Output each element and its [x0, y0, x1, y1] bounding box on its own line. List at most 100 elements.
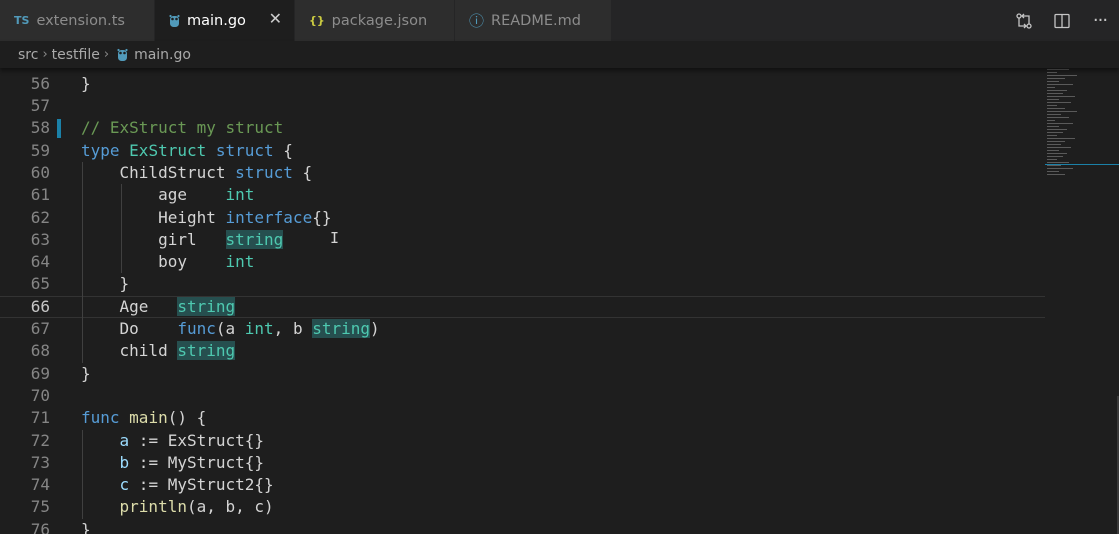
line-number: 60 — [30, 162, 50, 182]
split-editor-icon[interactable] — [1043, 0, 1081, 41]
close-icon[interactable]: ✕ — [269, 11, 282, 27]
indent-guide — [121, 184, 122, 274]
code-line[interactable]: 72 a := ExStruct{} — [0, 430, 1045, 452]
line-number: 63 — [30, 229, 50, 249]
code-line[interactable]: 66 Age string — [0, 295, 1045, 318]
minimap-line — [1047, 105, 1057, 106]
line-number: 65 — [30, 274, 50, 294]
code-text: } — [81, 519, 91, 534]
code-line[interactable]: 71 func main() { — [0, 407, 1045, 429]
breadcrumb-item-src[interactable]: src — [18, 47, 38, 63]
code-token: c — [119, 475, 130, 495]
minimap-slider[interactable] — [1045, 164, 1119, 165]
code-text: a := ExStruct{} — [81, 430, 265, 452]
code-token: girl — [81, 229, 226, 249]
minimap-line — [1047, 168, 1073, 169]
code-text: // ExStruct my struct — [81, 117, 283, 139]
code-line[interactable]: 76} — [0, 519, 1045, 534]
line-number: 59 — [30, 140, 50, 160]
minimap-line — [1047, 141, 1065, 142]
line-number: 62 — [30, 207, 50, 227]
code-token: // ExStruct my struct — [81, 118, 284, 138]
code-line[interactable]: 65 } — [0, 273, 1045, 295]
code-line[interactable]: 73 b := MyStruct{} — [0, 452, 1045, 474]
minimap-line — [1047, 147, 1071, 148]
minimap-line — [1047, 81, 1059, 82]
code-text: age int — [81, 184, 254, 206]
code-token: , b — [273, 319, 313, 338]
minimap-line — [1047, 159, 1057, 160]
code-token: main — [129, 408, 168, 428]
line-number: 74 — [30, 475, 50, 495]
line-number: 76 — [30, 519, 50, 534]
code-editor[interactable]: 56} 57 58// ExStruct my struct 59 type ExStr… — [0, 61, 1119, 534]
git-compare-icon[interactable] — [1005, 0, 1043, 41]
indent-guide — [82, 161, 83, 363]
code-line[interactable]: 64 boy int — [0, 251, 1045, 273]
code-line[interactable]: 74 c := MyStruct2{} — [0, 474, 1045, 496]
code-token: int — [225, 252, 255, 272]
text-cursor-ibeam-icon: I — [330, 229, 340, 247]
code-text: type ExStruct struct { — [81, 140, 293, 162]
tab-label: package.json — [331, 12, 428, 29]
more-actions-icon[interactable]: ··· — [1081, 0, 1119, 41]
code-text: } — [81, 73, 91, 95]
code-line[interactable]: 62 Height interface{} — [0, 207, 1045, 229]
code-token: a — [119, 430, 130, 450]
code-token: } — [81, 363, 91, 383]
minimap-line — [1047, 132, 1063, 133]
minimap-line — [1047, 165, 1061, 166]
code-token: (a — [215, 319, 245, 338]
minimap-line — [1047, 111, 1077, 112]
code-line[interactable]: 59 type ExStruct struct { — [0, 140, 1045, 162]
minimap[interactable] — [1045, 66, 1119, 534]
code-line[interactable]: 63 girl string — [0, 229, 1045, 251]
tab-main-go[interactable]: main.go ✕ — [155, 0, 295, 41]
breadcrumb: src › testfile › main.go — [0, 41, 1119, 68]
code-token: interface — [225, 207, 313, 227]
code-text: println(a, b, c) — [81, 496, 274, 518]
code-token: ExStruct — [129, 140, 207, 160]
code-line[interactable]: 69} — [0, 363, 1045, 385]
tab-readme-md[interactable]: ⓘ README.md — [455, 0, 612, 41]
tab-extension-ts[interactable]: TS extension.ts — [0, 0, 155, 41]
line-number: 58 — [30, 118, 50, 138]
go-gopher-icon — [169, 14, 180, 28]
minimap-line — [1047, 108, 1065, 109]
minimap-line — [1047, 102, 1071, 103]
breadcrumb-item-testfile[interactable]: testfile — [52, 47, 100, 63]
minimap-line — [1047, 99, 1059, 100]
code-line[interactable]: 70 — [0, 385, 1045, 407]
code-line[interactable]: 67 Do func(a int, b string) — [0, 318, 1045, 340]
breadcrumb-item-file[interactable]: main.go — [134, 47, 191, 63]
code-line[interactable]: 60 ChildStruct struct { — [0, 162, 1045, 184]
code-line[interactable]: 68 child string — [0, 340, 1045, 362]
code-token: := MyStruct2{} — [129, 475, 274, 495]
code-line[interactable]: 75 println(a, b, c) — [0, 496, 1045, 518]
minimap-line — [1047, 150, 1059, 151]
code-line[interactable]: 56} — [0, 73, 1045, 95]
code-line[interactable]: 58 // ExStruct my struct — [0, 117, 1045, 139]
code-token: string — [225, 229, 284, 249]
line-number: 56 — [30, 73, 50, 93]
code-text: func main() { — [81, 407, 206, 429]
minimap-line — [1047, 144, 1061, 145]
line-number: 67 — [30, 319, 50, 338]
code-token: } — [81, 274, 130, 294]
code-token: func — [177, 319, 216, 338]
code-text: Do func(a int, b string) — [81, 318, 380, 340]
modified-line-indicator[interactable] — [57, 119, 61, 139]
code-token: boy — [81, 252, 226, 272]
minimap-line — [1047, 75, 1077, 76]
line-number: 73 — [30, 452, 50, 472]
code-text: boy int — [81, 251, 254, 273]
minimap-line — [1047, 135, 1057, 136]
tab-package-json[interactable]: {} package.json — [295, 0, 455, 41]
code-line[interactable]: 57 — [0, 95, 1045, 117]
code-token: int — [225, 185, 255, 205]
code-token: string — [312, 319, 370, 338]
code-token: println — [119, 497, 187, 517]
code-line[interactable]: 61 age int — [0, 184, 1045, 206]
